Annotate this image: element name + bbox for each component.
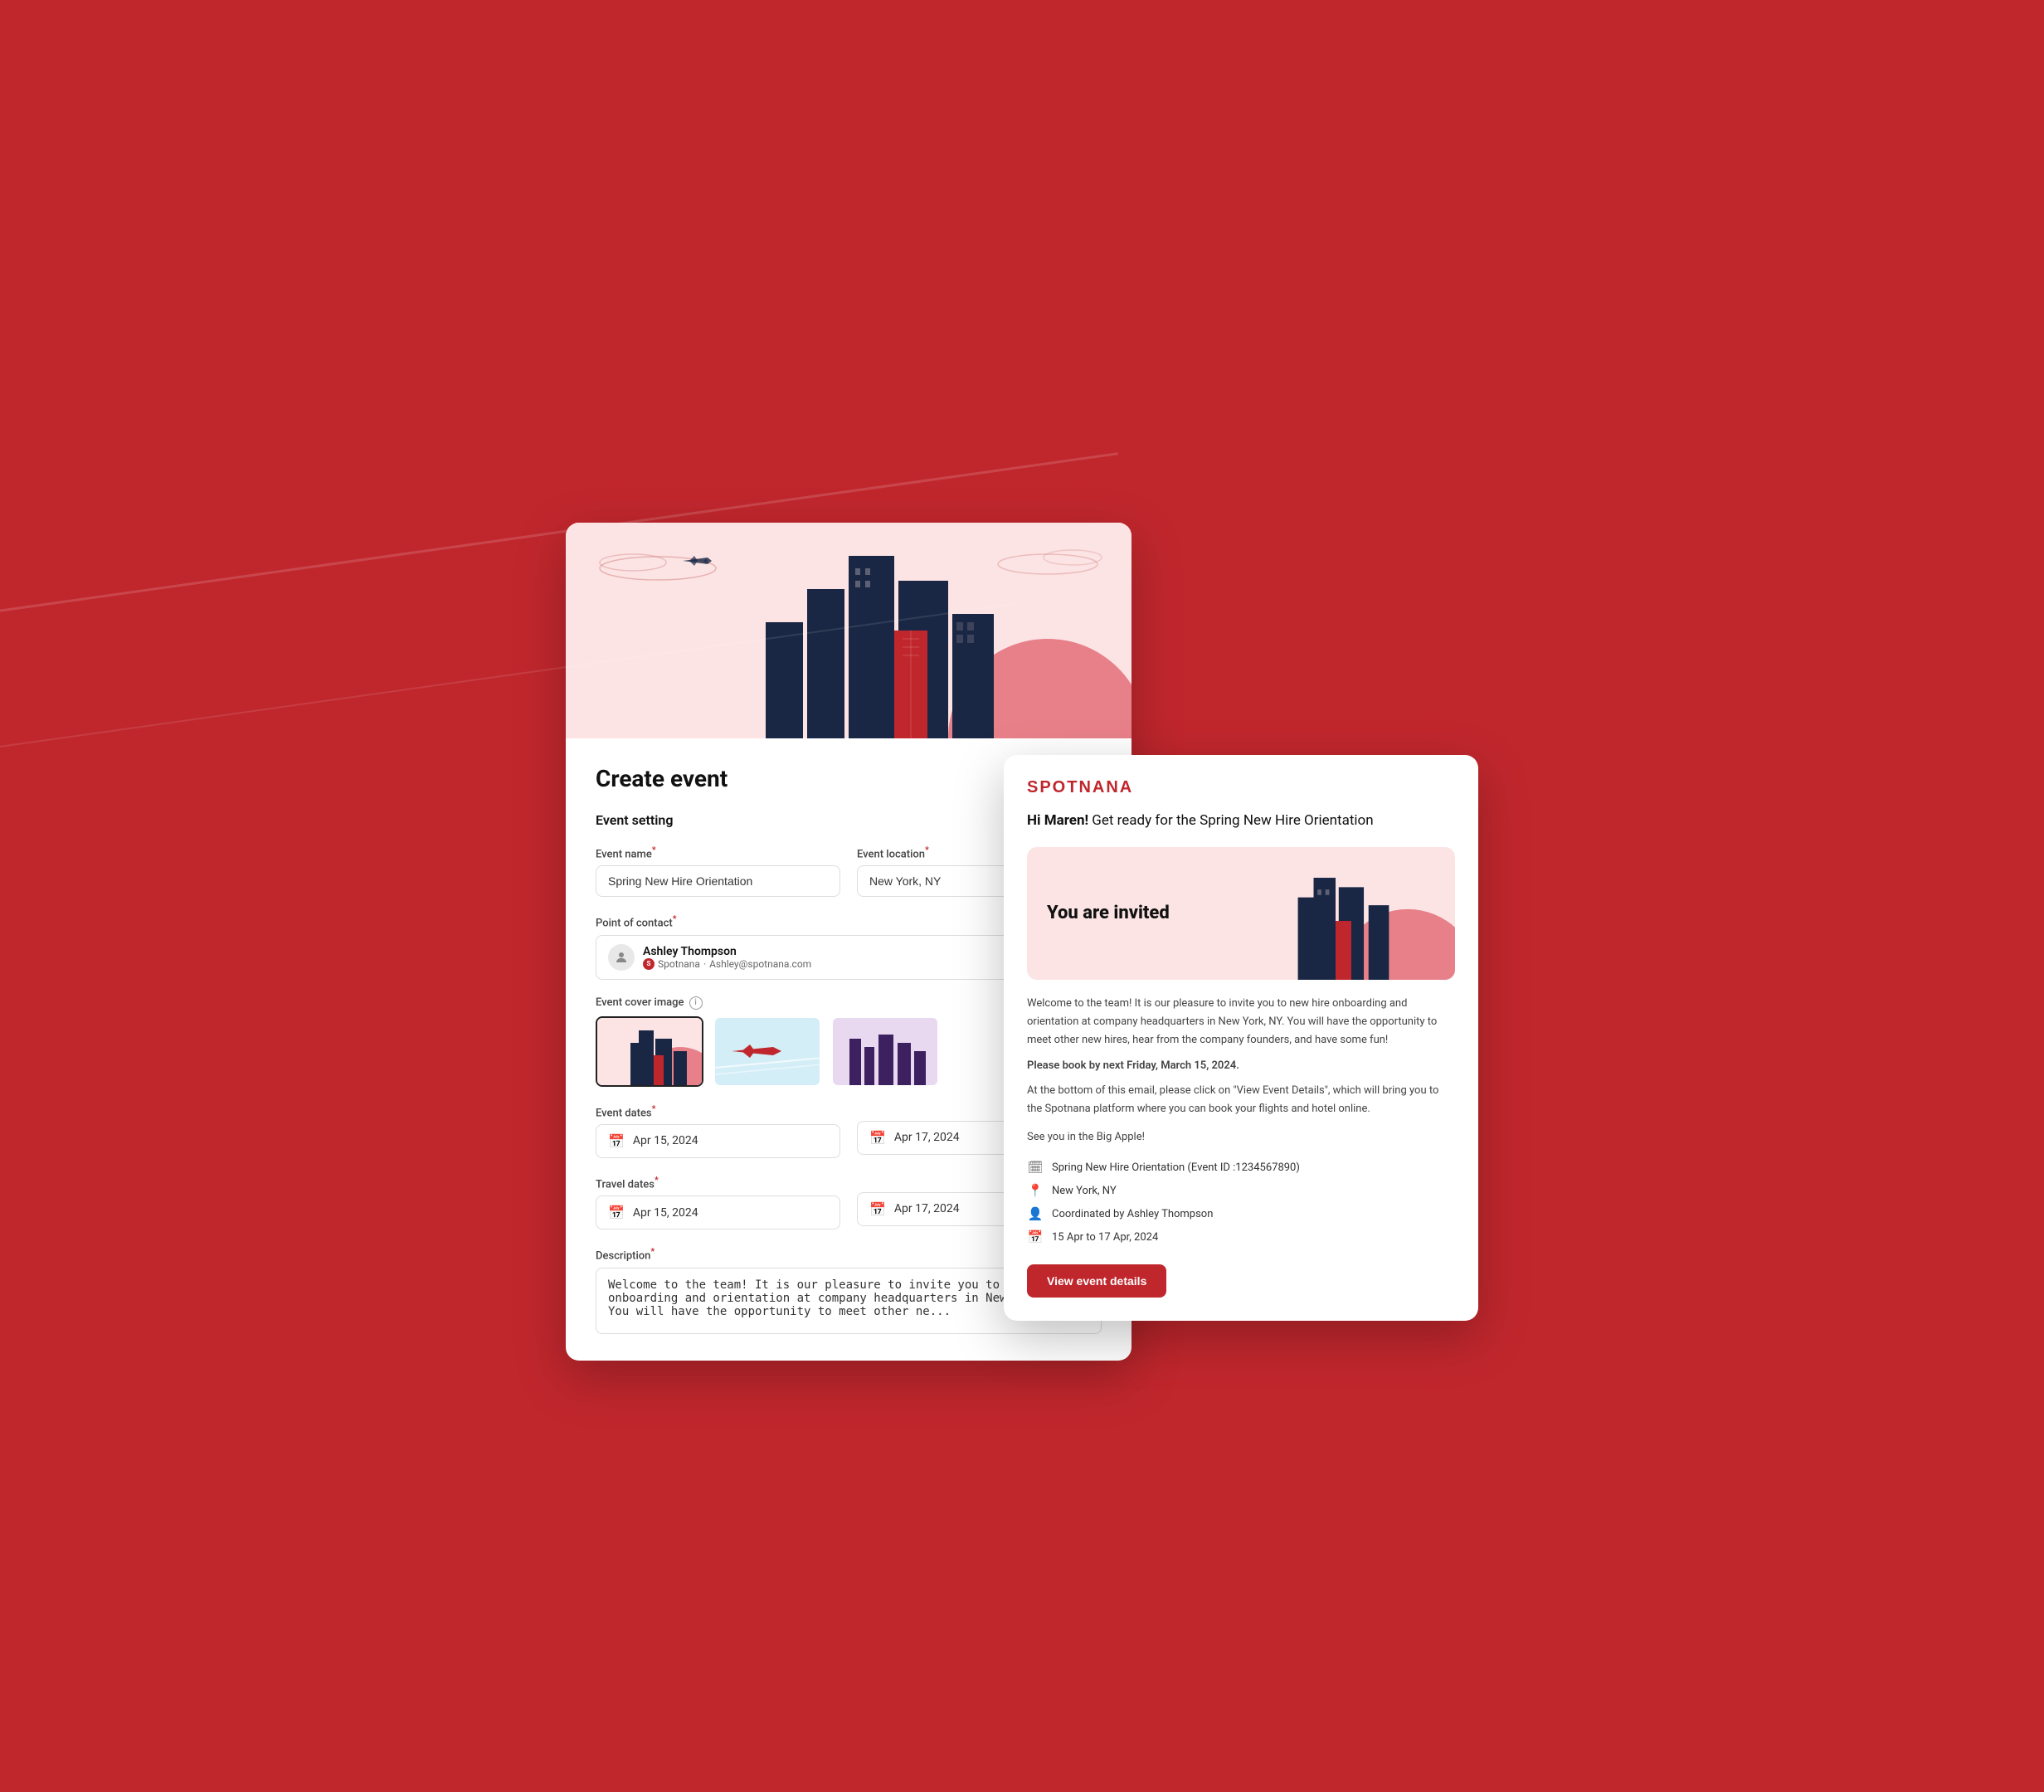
travel-cal-start-icon: 📅 [608,1205,625,1220]
email-details-section: 🗓 Spring New Hire Orientation (Event ID … [1027,1160,1455,1244]
travel-cal-end-icon: 📅 [869,1201,886,1217]
cover-image-city2[interactable] [831,1016,939,1087]
email-preview-card: SPOTNANA Hi Maren! Get ready for the Spr… [1004,755,1478,1321]
event-name-label: Event name* [596,845,840,860]
email-body-p4: See you in the Big Apple! [1027,1128,1455,1147]
spotnana-logo: SPOTNANA [1027,778,1455,797]
greeting-name: Hi Maren! [1027,812,1088,829]
page-container: Create event Event setting Event name* E… [566,523,1478,1269]
cover-image-airplane[interactable] [713,1016,821,1087]
calendar-icon-end: 📅 [869,1130,886,1146]
event-name-input[interactable] [596,865,840,897]
contact-name: Ashley Thompson [643,945,811,958]
detail-row-location: 📍 New York, NY [1027,1183,1455,1198]
detail-row-coordinator: 👤 Coordinated by Ashley Thompson [1027,1206,1455,1221]
card-hero-image [566,523,1132,738]
contact-info: Ashley Thompson S Spotnana · Ashley@spot… [643,945,811,970]
info-icon: i [689,996,703,1010]
coordinator-detail-icon: 👤 [1027,1206,1044,1221]
event-dates-label: Event dates* [596,1103,840,1119]
cover-image-city1[interactable] [596,1016,703,1087]
email-body-p1: Welcome to the team! It is our pleasure … [1027,995,1455,1049]
travel-dates-label: Travel dates* [596,1175,840,1191]
email-body-p2: Please book by next Friday, March 15, 20… [1027,1059,1455,1072]
travel-dates-group: Travel dates* 📅 Apr 15, 2024 [596,1175,840,1230]
contact-subline: S Spotnana · Ashley@spotnana.com [643,958,811,970]
greeting-text: Get ready for the Spring New Hire Orient… [1088,812,1374,829]
view-event-details-button[interactable]: View event details [1027,1264,1166,1298]
dates-detail-icon: 📅 [1027,1230,1044,1244]
event-detail-icon: 🗓 [1027,1160,1044,1175]
contact-left: Ashley Thompson S Spotnana · Ashley@spot… [608,944,811,971]
detail-row-dates: 📅 15 Apr to 17 Apr, 2024 [1027,1230,1455,1244]
calendar-icon-start: 📅 [608,1133,625,1149]
travel-start-date-input[interactable]: 📅 Apr 15, 2024 [596,1195,840,1230]
detail-dates-text: 15 Apr to 17 Apr, 2024 [1052,1231,1158,1244]
hero-invite-text: You are invited [1047,903,1170,923]
detail-location-text: New York, NY [1052,1185,1117,1197]
email-body-p3: At the bottom of this email, please clic… [1027,1082,1455,1118]
detail-row-event: 🗓 Spring New Hire Orientation (Event ID … [1027,1160,1455,1175]
email-greeting: Hi Maren! Get ready for the Spring New H… [1027,811,1455,832]
detail-coordinator-text: Coordinated by Ashley Thompson [1052,1208,1213,1220]
detail-event-text: Spring New Hire Orientation (Event ID :1… [1052,1161,1300,1174]
event-start-date-input[interactable]: 📅 Apr 15, 2024 [596,1124,840,1158]
email-hero-banner: You are invited [1027,847,1455,980]
contact-avatar-icon [608,944,635,971]
spotnana-badge: S [643,958,655,970]
location-detail-icon: 📍 [1027,1183,1044,1198]
event-name-group: Event name* [596,845,840,897]
event-dates-group: Event dates* 📅 Apr 15, 2024 [596,1103,840,1158]
